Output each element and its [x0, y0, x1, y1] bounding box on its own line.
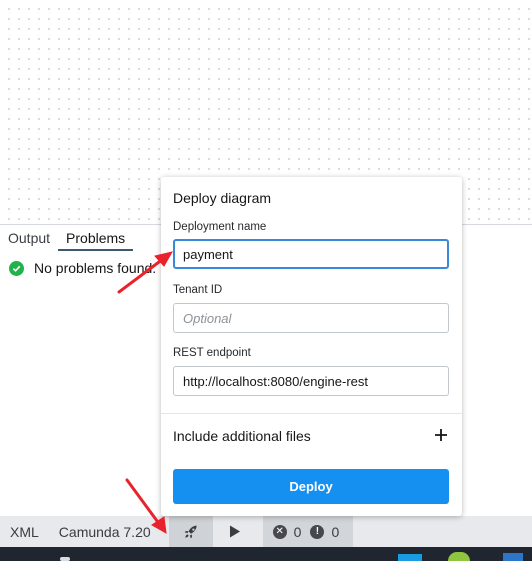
deploy-dialog: Deploy diagram Deployment name Tenant ID… [161, 177, 462, 516]
plus-icon[interactable] [433, 427, 449, 443]
tab-output[interactable]: Output [0, 225, 58, 251]
deploy-button[interactable]: Deploy [173, 469, 449, 504]
play-icon [229, 525, 240, 538]
status-bar: XML Camunda 7.20 ✕ 0 ! 0 [0, 516, 532, 547]
check-icon [9, 260, 24, 276]
rest-endpoint-input[interactable] [173, 366, 449, 396]
rocket-icon [184, 525, 197, 538]
tenant-id-input[interactable] [173, 303, 449, 333]
rest-endpoint-label: REST endpoint [173, 347, 251, 359]
deployment-name-label: Deployment name [173, 221, 267, 233]
taskbar-search-icon[interactable] [60, 557, 70, 561]
problems-message: No problems found. [34, 260, 157, 276]
error-icon: ✕ [272, 524, 287, 539]
warning-icon: ! [310, 524, 325, 539]
tab-problems[interactable]: Problems [58, 225, 134, 251]
panel-tabs: Output Problems [0, 225, 134, 251]
problems-status: No problems found. [9, 260, 156, 276]
os-taskbar [0, 547, 532, 561]
warnings-count: 0 [331, 523, 340, 540]
deploy-button-statusbar[interactable] [168, 516, 213, 547]
tenant-id-label: Tenant ID [173, 284, 223, 296]
taskbar-app-icon[interactable] [503, 553, 523, 561]
additional-files-toggle[interactable]: Include additional files [173, 428, 311, 444]
taskbar-app-icon[interactable] [448, 552, 470, 561]
dialog-title: Deploy diagram [173, 190, 272, 206]
taskbar-app-icon[interactable] [398, 554, 422, 561]
errors-count: 0 [293, 523, 302, 540]
engine-version-button[interactable]: Camunda 7.20 [49, 516, 161, 547]
linting-status-button[interactable]: ✕ 0 ! 0 [262, 516, 354, 547]
start-instance-button[interactable] [213, 516, 257, 547]
app-window: Output Problems No problems found. XML C… [0, 0, 532, 561]
deployment-name-input[interactable] [173, 239, 449, 269]
xml-view-button[interactable]: XML [0, 516, 49, 547]
dialog-divider [161, 413, 462, 414]
